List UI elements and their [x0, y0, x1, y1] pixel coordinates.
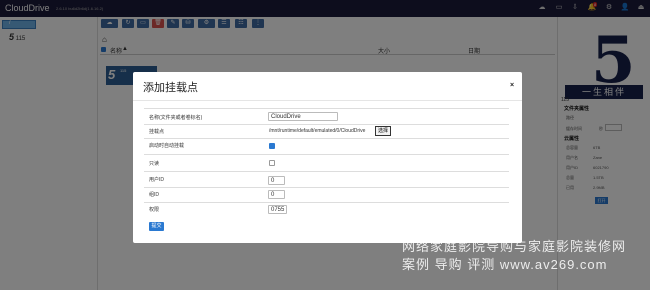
autostart-label: 启动时自动挂载: [149, 143, 185, 149]
row-divider: [144, 154, 509, 155]
row-divider: [144, 202, 509, 203]
uid-label: 用户ID: [149, 177, 165, 183]
permission-label: 权限: [149, 207, 160, 213]
row-divider: [144, 108, 509, 109]
dialog-divider: [133, 100, 522, 101]
row-divider: [144, 124, 509, 125]
mount-path: /mnt/runtime/default/emulated/0/CloudDri…: [269, 128, 366, 134]
permission-input[interactable]: 0755: [268, 205, 287, 214]
select-button[interactable]: 选择: [375, 126, 392, 136]
row-divider: [144, 171, 509, 172]
dialog-title: 添加挂载点: [143, 82, 198, 94]
readonly-checkbox[interactable]: [269, 160, 275, 166]
watermark-line-2: 案例 导购 评测 www.av269.com: [402, 257, 608, 272]
readonly-label: 只读: [149, 161, 160, 167]
row-divider: [144, 138, 509, 139]
mount-point-label: 挂载点: [149, 129, 165, 135]
autostart-checkbox[interactable]: [269, 143, 275, 149]
gid-label: 组ID: [149, 192, 160, 198]
close-icon[interactable]: ×: [510, 82, 514, 89]
uid-input[interactable]: 0: [268, 176, 285, 185]
row-divider: [144, 187, 509, 188]
submit-button[interactable]: 提交: [149, 222, 164, 231]
add-mount-dialog: 添加挂载点 × 名称(文件夹或者卷标名) CloudDrive 挂载点 /mnt…: [133, 72, 522, 243]
name-input[interactable]: CloudDrive: [268, 112, 338, 121]
name-label: 名称(文件夹或者卷标名): [149, 115, 203, 121]
gid-input[interactable]: 0: [268, 190, 285, 199]
watermark-line-1: 网络家庭影院导购与家庭影院装修网: [402, 239, 627, 254]
